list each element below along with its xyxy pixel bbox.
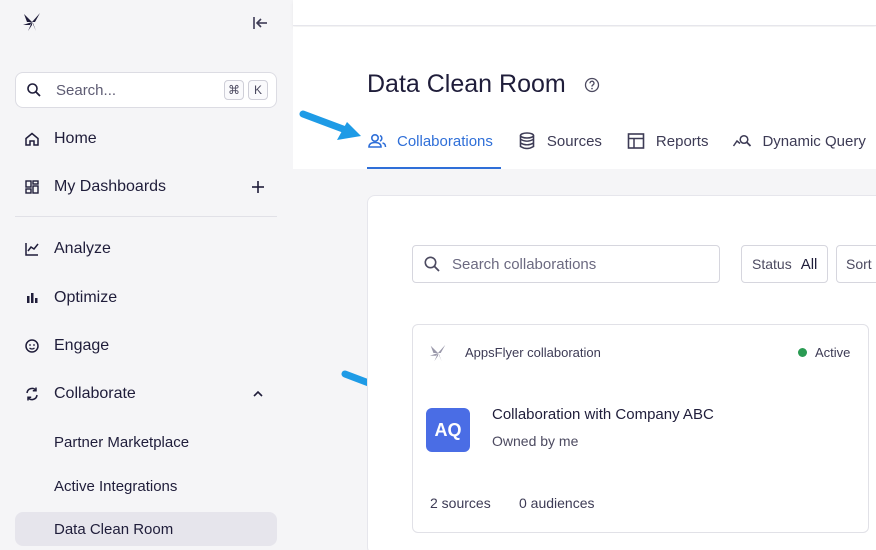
sidebar-item-label: Home: [54, 130, 97, 147]
sidebar-item-label: Analyze: [54, 240, 111, 257]
avatar: AQ: [426, 408, 470, 452]
search-icon: [424, 256, 440, 272]
annotation-arrow-tabs: [299, 110, 361, 140]
bar-chart-icon: [24, 290, 40, 306]
dashboards-icon: [24, 179, 40, 195]
tab-sources[interactable]: Sources: [517, 128, 602, 154]
active-tab-indicator: [367, 167, 501, 169]
search-placeholder: Search...: [56, 81, 117, 99]
tab-label: Sources: [546, 132, 602, 150]
appsflyer-logo: [429, 344, 446, 362]
collaborations-search-input[interactable]: Search collaborations: [412, 245, 720, 283]
sort-select[interactable]: Sort: [836, 245, 876, 283]
collapse-icon: [253, 17, 267, 29]
tab-collaborations[interactable]: Collaborations: [367, 128, 493, 154]
sidebar-item-label: Engage: [54, 337, 110, 354]
analyze-icon: [24, 241, 40, 257]
sidebar: Search... ⌘ K Home My Dashboards Analyze: [0, 0, 293, 550]
tab-reports[interactable]: Reports: [626, 128, 709, 154]
plus-icon: [252, 181, 264, 193]
sidebar-item-label: My Dashboards: [54, 178, 167, 195]
sidebar-item-label: Collaborate: [54, 385, 136, 402]
sidebar-divider: [15, 216, 277, 217]
status-filter-value: All: [800, 255, 818, 273]
sidebar-subitem-data-clean-room[interactable]: Data Clean Room: [15, 512, 277, 546]
users-icon: [367, 131, 387, 151]
status-filter-label: Status: [752, 256, 792, 272]
sort-label: Sort: [846, 256, 872, 272]
collapse-sidebar-button[interactable]: [249, 12, 271, 34]
sidebar-subitem-active-integrations[interactable]: Active Integrations: [15, 469, 277, 503]
card-audiences-count: 0 audiences: [519, 495, 595, 511]
chevron-up-icon: [253, 390, 263, 397]
home-icon: [24, 131, 40, 147]
database-icon: [517, 131, 537, 151]
card-provider: AppsFlyer collaboration: [465, 345, 601, 360]
page-title: Data Clean Room: [367, 70, 566, 98]
top-bar: [293, 0, 876, 26]
tab-bar: Collaborations Sources Reports Dynamic Q…: [367, 128, 876, 169]
sidebar-item-home[interactable]: Home: [15, 121, 277, 157]
query-icon: [732, 131, 752, 151]
collapse-collaborate-button[interactable]: [249, 385, 267, 403]
add-dashboard-button[interactable]: [249, 178, 267, 196]
shortcut-k-key: K: [248, 80, 268, 100]
sidebar-item-optimize[interactable]: Optimize: [15, 280, 277, 316]
sync-icon: [24, 386, 40, 402]
status-filter-select[interactable]: Status All: [741, 245, 828, 283]
search-placeholder: Search collaborations: [452, 255, 597, 273]
appsflyer-logo[interactable]: [21, 11, 43, 33]
search-icon: [27, 83, 41, 97]
tab-label: Dynamic Query: [762, 132, 866, 150]
sidebar-item-engage[interactable]: Engage: [15, 328, 277, 364]
table-icon: [626, 131, 646, 151]
card-owner: Owned by me: [492, 433, 579, 449]
sidebar-item-my-dashboards[interactable]: My Dashboards: [15, 169, 277, 205]
sidebar-item-collaborate[interactable]: Collaborate: [15, 376, 277, 412]
shortcut-cmd-key: ⌘: [224, 80, 244, 100]
card-sources-count: 2 sources: [430, 495, 491, 511]
status-badge: Active: [798, 345, 850, 360]
help-icon[interactable]: [584, 77, 600, 93]
sidebar-item-label: Optimize: [54, 289, 118, 306]
sidebar-subitem-partner-marketplace[interactable]: Partner Marketplace: [15, 425, 277, 459]
tab-dynamic-query[interactable]: Dynamic Query: [732, 128, 866, 154]
sidebar-search[interactable]: Search... ⌘ K: [15, 72, 277, 108]
tab-label: Reports: [655, 132, 709, 150]
engage-icon: [24, 338, 40, 354]
status-dot: [798, 348, 807, 357]
status-text: Active: [815, 345, 851, 360]
card-title[interactable]: Collaboration with Company ABC: [492, 406, 714, 423]
sidebar-item-analyze[interactable]: Analyze: [15, 231, 277, 267]
tab-label: Collaborations: [397, 132, 493, 150]
